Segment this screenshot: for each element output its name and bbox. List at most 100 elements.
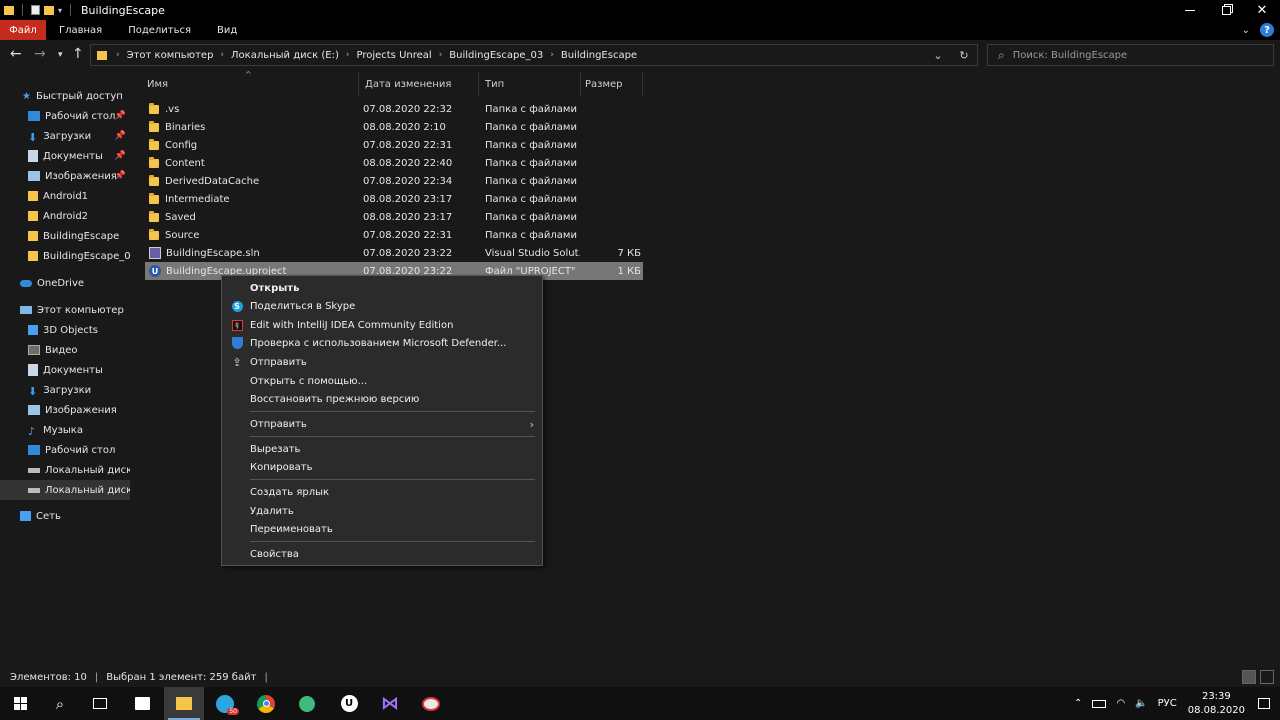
column-header-date[interactable]: Дата изменения — [359, 72, 479, 96]
column-header-type[interactable]: Тип — [479, 72, 581, 96]
start-button[interactable] — [0, 687, 40, 720]
sidebar-this-pc[interactable]: Этот компьютер — [0, 300, 130, 320]
tab-home[interactable]: Главная — [46, 20, 115, 40]
table-row[interactable]: Source 07.08.2020 22:31 Папка с файлами — [145, 226, 643, 244]
tab-share[interactable]: Поделиться — [115, 20, 204, 40]
item-count: Элементов: 10 — [10, 671, 87, 683]
menu-item-rename[interactable]: Переименовать — [222, 520, 542, 538]
menu-item-restore-previous[interactable]: Восстановить прежнюю версию — [222, 390, 542, 408]
telegram-taskbar-button[interactable]: 50 — [205, 687, 245, 720]
visual-studio-taskbar-button[interactable]: ⋈ — [370, 687, 410, 720]
sidebar-item-pictures[interactable]: Изображения 📌 — [0, 166, 130, 186]
table-row[interactable]: Config 07.08.2020 22:31 Папка с файлами — [145, 136, 643, 154]
search-box[interactable]: ⌕ — [987, 44, 1274, 66]
menu-item-share-skype[interactable]: S Поделиться в Skype — [222, 297, 542, 315]
menu-item-intellij[interactable]: IJ Edit with IntelliJ IDEA Community Edi… — [222, 316, 542, 334]
sidebar-network[interactable]: Сеть — [0, 506, 130, 526]
new-folder-icon[interactable] — [44, 5, 54, 15]
table-row[interactable]: Content 08.08.2020 22:40 Папка с файлами — [145, 154, 643, 172]
breadcrumb-buildingescape-03[interactable]: BuildingEscape_03 — [449, 50, 543, 61]
minimize-button[interactable] — [1172, 0, 1208, 20]
details-view-button[interactable] — [1242, 670, 1256, 684]
recent-dropdown-icon[interactable]: ▾ — [58, 50, 63, 60]
tab-view[interactable]: Вид — [204, 20, 250, 40]
table-row[interactable]: BuildingEscape.sln 07.08.2020 23:22 Visu… — [145, 244, 643, 262]
breadcrumb-projects-unreal[interactable]: Projects Unreal — [356, 50, 431, 61]
table-row[interactable]: DerivedDataCache 07.08.2020 22:34 Папка … — [145, 172, 643, 190]
store-button[interactable] — [122, 687, 162, 720]
column-header-name[interactable]: Имя — [145, 72, 359, 96]
tab-file[interactable]: Файл — [0, 20, 46, 40]
table-row[interactable]: .vs 07.08.2020 22:32 Папка с файлами — [145, 100, 643, 118]
sidebar-item-music[interactable]: ♪ Музыка — [0, 420, 130, 440]
sidebar-quick-access[interactable]: ★ Быстрый доступ — [0, 86, 130, 106]
menu-item-properties[interactable]: Свойства — [222, 545, 542, 563]
breadcrumb-buildingescape[interactable]: BuildingEscape — [561, 50, 637, 61]
table-row[interactable]: Intermediate 08.08.2020 23:17 Папка с фа… — [145, 190, 643, 208]
help-icon[interactable]: ? — [1260, 23, 1274, 37]
sidebar-item-android2[interactable]: Android2 — [0, 206, 130, 226]
menu-item-open[interactable]: Открыть — [222, 279, 542, 297]
chevron-right-icon[interactable]: › — [550, 50, 554, 60]
chevron-right-icon[interactable]: › — [220, 50, 224, 60]
sidebar-item-drive-c[interactable]: Локальный диск (C — [0, 460, 130, 480]
paint-taskbar-button[interactable] — [411, 687, 451, 720]
menu-item-create-shortcut[interactable]: Создать ярлык — [222, 483, 542, 501]
menu-item-open-with[interactable]: Открыть с помощью... — [222, 372, 542, 390]
refresh-icon[interactable]: ↻ — [951, 49, 977, 62]
sidebar-item-desktop[interactable]: Рабочий стол 📌 — [0, 106, 130, 126]
sidebar-item-drive-e[interactable]: Локальный диск (E — [0, 480, 130, 500]
search-taskbar-button[interactable]: ⌕ — [40, 687, 80, 720]
chrome-taskbar-button[interactable] — [246, 687, 286, 720]
back-arrow-icon[interactable]: ← — [10, 46, 22, 62]
wifi-icon[interactable]: ◠ — [1116, 698, 1125, 709]
address-bar[interactable]: › Этот компьютер › Локальный диск (E:) ›… — [90, 44, 978, 66]
sidebar-item-downloads[interactable]: ⬇ Загрузки 📌 — [0, 126, 130, 146]
sidebar-onedrive[interactable]: OneDrive — [0, 273, 130, 293]
sidebar-item-pc-documents[interactable]: Документы — [0, 360, 130, 380]
language-indicator[interactable]: РУС — [1158, 698, 1177, 709]
clock[interactable]: 23:39 08.08.2020 — [1188, 690, 1245, 718]
sidebar-item-documents[interactable]: Документы 📌 — [0, 146, 130, 166]
chevron-right-icon[interactable]: › — [439, 50, 443, 60]
menu-item-send-to[interactable]: Отправить › — [222, 415, 542, 433]
menu-item-share[interactable]: ⇪ Отправить — [222, 353, 542, 371]
sidebar-item-pc-desktop[interactable]: Рабочий стол — [0, 440, 130, 460]
menu-item-defender-scan[interactable]: Проверка с использованием Microsoft Defe… — [222, 334, 542, 352]
forward-arrow-icon[interactable]: → — [34, 46, 46, 62]
close-button[interactable]: ✕ — [1244, 0, 1280, 20]
breadcrumb-drive-e[interactable]: Локальный диск (E:) — [231, 50, 339, 61]
notifications-icon[interactable] — [1258, 698, 1270, 709]
menu-item-cut[interactable]: Вырезать — [222, 440, 542, 458]
menu-item-copy[interactable]: Копировать — [222, 458, 542, 476]
breadcrumb-this-pc[interactable]: Этот компьютер — [127, 50, 214, 61]
app-taskbar-button[interactable] — [287, 687, 327, 720]
task-view-button[interactable] — [80, 687, 120, 720]
sidebar-item-buildingescape-03[interactable]: BuildingEscape_03 — [0, 246, 130, 266]
expand-ribbon-icon[interactable]: ⌄ — [1242, 25, 1250, 36]
table-row[interactable]: Binaries 08.08.2020 2:10 Папка с файлами — [145, 118, 643, 136]
menu-item-delete[interactable]: Удалить — [222, 502, 542, 520]
sidebar-item-videos[interactable]: Видео — [0, 340, 130, 360]
sidebar-item-pc-pictures[interactable]: Изображения — [0, 400, 130, 420]
sidebar-item-pc-downloads[interactable]: ⬇ Загрузки — [0, 380, 130, 400]
large-icons-view-button[interactable] — [1260, 670, 1274, 684]
customize-dropdown-icon[interactable]: ▾ — [58, 6, 62, 15]
chevron-right-icon[interactable]: › — [346, 50, 350, 60]
table-row[interactable]: Saved 08.08.2020 23:17 Папка с файлами — [145, 208, 643, 226]
up-arrow-icon[interactable]: ↑ — [72, 46, 84, 62]
address-dropdown-icon[interactable]: ⌄ — [925, 49, 951, 62]
volume-icon[interactable]: 🔈 — [1135, 698, 1147, 709]
maximize-button[interactable] — [1208, 0, 1244, 20]
search-input[interactable] — [1012, 49, 1253, 61]
chevron-up-icon[interactable]: ⌃ — [1074, 698, 1082, 709]
unreal-engine-taskbar-button[interactable]: U — [329, 687, 369, 720]
column-header-size[interactable]: Размер — [581, 72, 643, 96]
file-explorer-taskbar-button[interactable] — [164, 687, 204, 720]
sidebar-item-3d-objects[interactable]: 3D Objects — [0, 320, 130, 340]
chevron-right-icon[interactable]: › — [116, 50, 120, 60]
properties-icon[interactable] — [31, 5, 40, 15]
sidebar-item-buildingescape[interactable]: BuildingEscape — [0, 226, 130, 246]
sidebar-item-android1[interactable]: Android1 — [0, 186, 130, 206]
battery-icon[interactable] — [1092, 699, 1107, 708]
